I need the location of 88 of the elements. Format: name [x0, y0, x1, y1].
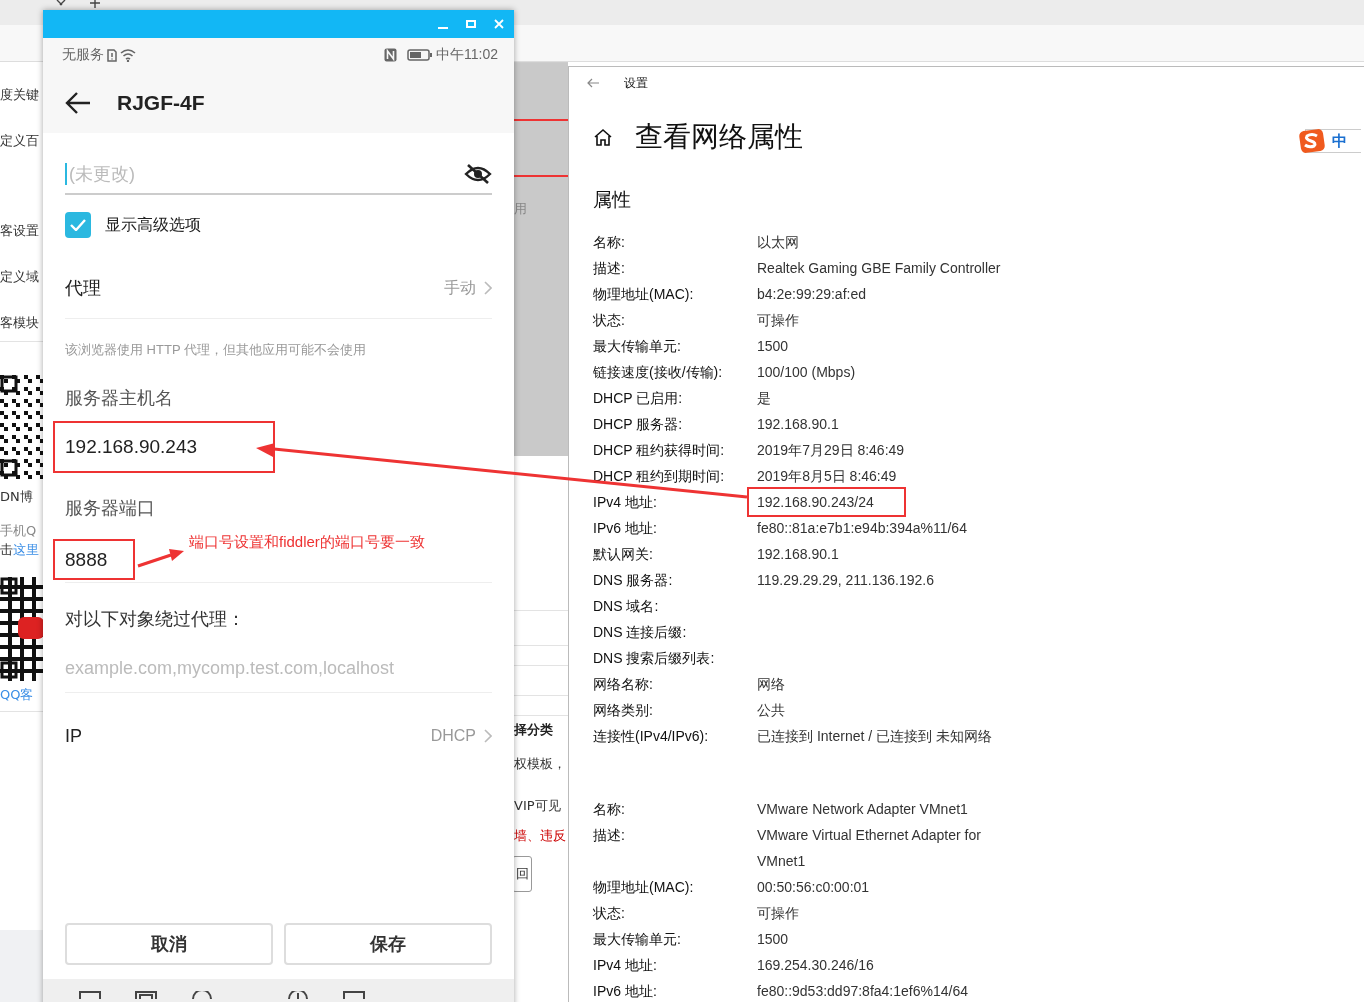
sidebar-text: 客模块 [0, 315, 40, 331]
property-value: 00:50:56:c0:00:01 [756, 878, 871, 897]
property-value: 192.168.90.243/24 [747, 487, 906, 517]
cancel-button[interactable]: 取消 [65, 923, 273, 965]
link[interactable]: QQ客 [0, 687, 43, 703]
property-value: Realtek Gaming GBE Family Controller [756, 259, 1002, 278]
property-label: DHCP 租约获得时间: [593, 441, 726, 460]
window-title: 设置 [624, 74, 648, 92]
text: VIP可见 [514, 798, 562, 814]
bypass-field[interactable]: example.com,mycomp.test.com,localhost [65, 650, 492, 686]
property-label: IPv6 地址: [593, 519, 658, 538]
sidebar-text: 度关键 [0, 87, 40, 103]
property-label: 最大传输单元: [593, 930, 682, 949]
sidebar-text: 定义百 [0, 133, 40, 149]
text: 权模板， [514, 756, 567, 772]
property-value: 网络 [756, 675, 786, 694]
property-label: DNS 域名: [593, 597, 660, 616]
field-label: 对以下对象绕过代理： [65, 608, 245, 631]
section-heading: 属性 [592, 188, 632, 212]
property-value: b4:2e:99:29:af:ed [756, 285, 867, 304]
property-label: IPv4 地址: [593, 956, 658, 975]
field-value: 192.168.90.243 [65, 436, 198, 458]
hostname-field[interactable]: 192.168.90.243 [53, 421, 275, 473]
field-label: 服务器端口 [65, 497, 156, 520]
property-label: IPv6 地址: [593, 982, 658, 1001]
property-value: 100/100 (Mbps) [756, 363, 857, 382]
property-label: IPv4 地址: [593, 493, 658, 512]
property-label: 链接速度(接收/传输): [593, 363, 724, 382]
property-value: fe80::81a:e7b1:e94b:394a%11/64 [756, 519, 968, 538]
property-label: 描述: [593, 826, 626, 845]
carrier-text: 无服务 [62, 46, 104, 64]
property-label: 默认网关: [593, 545, 654, 564]
sidebar-text: 客设置 [0, 223, 40, 239]
property-value: VMware Virtual Ethernet Adapter for VMnet1 [756, 826, 982, 871]
property-label: 网络类别: [593, 701, 654, 720]
property-value: VMware Network Adapter VMnet1 [756, 800, 969, 819]
property-value: 169.254.30.246/16 [756, 956, 875, 975]
property-label: 网络名称: [593, 675, 654, 694]
property-value: 已连接到 Internet / 已连接到 未知网络 [756, 727, 993, 746]
property-value: fe80::9d53:dd97:8fa4:1ef6%14/64 [756, 982, 969, 1001]
password-field[interactable]: (未更改) [69, 163, 464, 185]
annotation-text: 端口号设置和fiddler的端口号要一致 [189, 533, 425, 552]
property-label: 物理地址(MAC): [593, 878, 695, 897]
time-text: 中午11:02 [436, 46, 498, 64]
property-value: 2019年7月29日 8:46:49 [756, 441, 906, 460]
text: 择分类 [514, 722, 554, 738]
property-label: 状态: [593, 311, 626, 330]
property-label: 最大传输单元: [593, 337, 682, 356]
property-value: 1500 [756, 337, 790, 356]
port-field[interactable]: 8888 [53, 539, 135, 580]
property-value: 2019年8月5日 8:46:49 [756, 467, 898, 486]
property-label: DNS 服务器: [593, 571, 674, 590]
property-label: DHCP 已启用: [593, 389, 684, 408]
property-label: 描述: [593, 259, 626, 278]
sidebar-text: 定义域 [0, 269, 40, 285]
property-label: DNS 连接后缀: [593, 623, 688, 642]
property-value: 1500 [756, 930, 790, 949]
property-value: 以太网 [756, 233, 800, 252]
property-label: DHCP 服务器: [593, 415, 684, 434]
sidebar-text: 手机Q [0, 523, 38, 539]
property-label: 名称: [593, 233, 626, 252]
property-value: 119.29.29.29, 211.136.192.6 [756, 571, 935, 590]
checkbox-label: 显示高级选项 [105, 214, 201, 235]
property-label: DHCP 租约到期时间: [593, 467, 726, 486]
setting-label: 代理 [65, 277, 101, 300]
property-value: 可操作 [756, 904, 800, 923]
save-button[interactable]: 保存 [284, 923, 492, 965]
text: 击 [0, 542, 13, 557]
property-label: 连接性(IPv4/IPv6): [593, 727, 710, 746]
text: 用 [514, 201, 527, 217]
property-value: 可操作 [756, 311, 800, 330]
field-label: 服务器主机名 [65, 387, 174, 410]
field-value: 8888 [65, 548, 108, 571]
hint-text: 该浏览器使用 HTTP 代理，但其他应用可能不会使用 [65, 341, 367, 359]
setting-label: IP [65, 725, 82, 747]
property-value: 是 [756, 389, 772, 408]
property-value: 公共 [756, 701, 786, 720]
property-label: 状态: [593, 904, 626, 923]
property-label: 名称: [593, 800, 626, 819]
property-label: 物理地址(MAC): [593, 285, 695, 304]
link[interactable]: 这里 [13, 542, 39, 557]
property-value: 192.168.90.1 [756, 415, 840, 434]
sidebar-text: DN博 [0, 489, 34, 505]
page-title: RJGF-4F [117, 90, 205, 115]
property-label: DNS 搜索后缀列表: [593, 649, 716, 668]
page-heading: 查看网络属性 [635, 120, 803, 154]
property-value: 192.168.90.1 [756, 545, 840, 564]
text: 墙、违反 [514, 828, 567, 844]
